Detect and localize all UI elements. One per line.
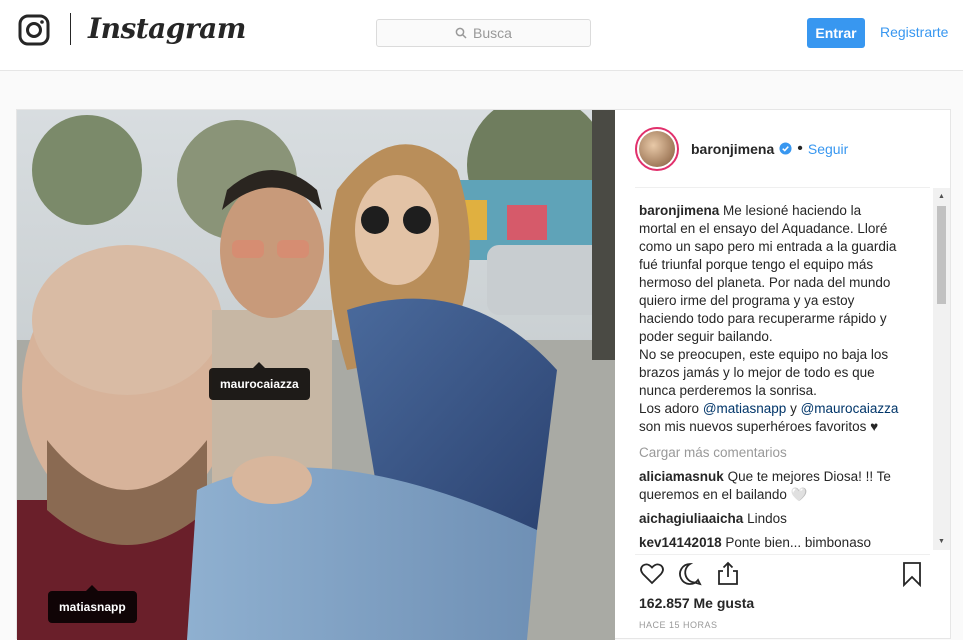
search-placeholder: Busca bbox=[473, 25, 512, 41]
caption-text-line: Me lesioné haciendo la bbox=[723, 203, 862, 218]
post-author-header: baronjimena • Seguir bbox=[635, 110, 930, 188]
caption-text-line: No se preocupen, este equipo no baja los bbox=[639, 347, 889, 362]
caption-text-line: mortal en el ensayo del Aquadance. Lloré bbox=[639, 221, 888, 236]
caption-text-line: brazos jamás y lo mejor de todo es que bbox=[639, 365, 875, 380]
likes-count[interactable]: 162.857 Me gusta bbox=[639, 595, 754, 611]
comments-scrollbar[interactable]: ▲ ▼ bbox=[933, 188, 950, 550]
post-card: maurocaiazza matiasnapp baronjimena • Se… bbox=[16, 109, 951, 640]
caption-text-line: haciendo todo para recuperarme rápido y bbox=[639, 311, 887, 326]
caption: baronjimena Me lesioné haciendo la morta… bbox=[639, 202, 933, 436]
scroll-up-arrow-icon[interactable]: ▲ bbox=[937, 192, 946, 201]
caption-text-line: como un sapo pero mi entrada a la guardi… bbox=[639, 239, 897, 254]
mention-link[interactable]: @matiasnapp bbox=[703, 401, 787, 416]
share-icon[interactable] bbox=[715, 561, 741, 587]
comments-list[interactable]: baronjimena Me lesioné haciendo la morta… bbox=[639, 202, 933, 550]
post-photo[interactable]: maurocaiazza matiasnapp bbox=[17, 110, 615, 640]
comment-text: Que te mejores Diosa! !! Te bbox=[727, 469, 891, 484]
mention-link[interactable]: @maurocaiazza bbox=[801, 401, 899, 416]
separator-dot: • bbox=[797, 139, 803, 157]
comment-text: Lindos bbox=[747, 511, 787, 526]
photo-tag-maurocaiazza[interactable]: maurocaiazza bbox=[209, 362, 310, 400]
post-sidebar: baronjimena • Seguir baronjimena Me lesi… bbox=[615, 110, 950, 640]
comment-item: aichagiuliaaicha Lindos bbox=[639, 510, 933, 528]
caption-text-line: hermoso del planeta. Por nada del mundo bbox=[639, 275, 891, 290]
instagram-logo-icon[interactable] bbox=[18, 14, 50, 46]
caption-text-line: quiero irme del programa y ya estoy bbox=[639, 293, 855, 308]
comment-username[interactable]: aliciamasnuk bbox=[639, 469, 724, 484]
search-icon bbox=[455, 27, 467, 39]
caption-text-line: fué triunfal porque tengo el equipo más bbox=[639, 257, 874, 272]
post-actions bbox=[635, 554, 930, 594]
comment-icon[interactable] bbox=[677, 561, 703, 587]
instagram-wordmark[interactable]: Instagram bbox=[88, 12, 246, 45]
heart-icon[interactable] bbox=[639, 561, 665, 587]
login-button[interactable]: Entrar bbox=[807, 18, 865, 48]
register-link[interactable]: Registrarte bbox=[880, 24, 948, 40]
photo-tag-matiasnapp[interactable]: matiasnapp bbox=[48, 585, 137, 623]
caption-text-line: son mis nuevos superhéroes favoritos ♥ bbox=[639, 419, 879, 434]
comment-username[interactable]: kev14142018 bbox=[639, 535, 722, 550]
comment-username[interactable]: aichagiuliaaicha bbox=[639, 511, 743, 526]
search-input[interactable]: Busca bbox=[376, 19, 591, 47]
verified-icon bbox=[779, 142, 792, 155]
comment-text-line: queremos en el bailando 🤍 bbox=[639, 487, 808, 502]
comment-text: Ponte bien... bimbonaso bbox=[725, 535, 871, 550]
top-navbar: Instagram Busca Entrar Registrarte bbox=[0, 0, 963, 71]
bookmark-icon[interactable] bbox=[899, 561, 925, 587]
caption-text-line: poder seguir bailando. bbox=[639, 329, 773, 344]
caption-text: y bbox=[790, 401, 797, 416]
caption-text: Los adoro bbox=[639, 401, 700, 416]
logo-divider bbox=[70, 13, 71, 45]
caption-text-line: nunca perderemos la sonrisa. bbox=[639, 383, 817, 398]
post-timestamp[interactable]: HACE 15 HORAS bbox=[639, 620, 718, 630]
comment-item: kev14142018 Ponte bien... bimbonaso bbox=[639, 534, 933, 550]
author-username[interactable]: baronjimena bbox=[691, 141, 774, 157]
post-photo-image bbox=[17, 110, 615, 640]
comment-item: aliciamasnuk Que te mejores Diosa! !! Te bbox=[639, 468, 933, 486]
scroll-down-arrow-icon[interactable]: ▼ bbox=[937, 537, 946, 546]
caption-username[interactable]: baronjimena bbox=[639, 203, 719, 218]
scroll-thumb[interactable] bbox=[937, 206, 946, 304]
load-more-comments[interactable]: Cargar más comentarios bbox=[639, 444, 933, 462]
avatar[interactable] bbox=[635, 126, 679, 171]
follow-button[interactable]: Seguir bbox=[808, 141, 848, 157]
